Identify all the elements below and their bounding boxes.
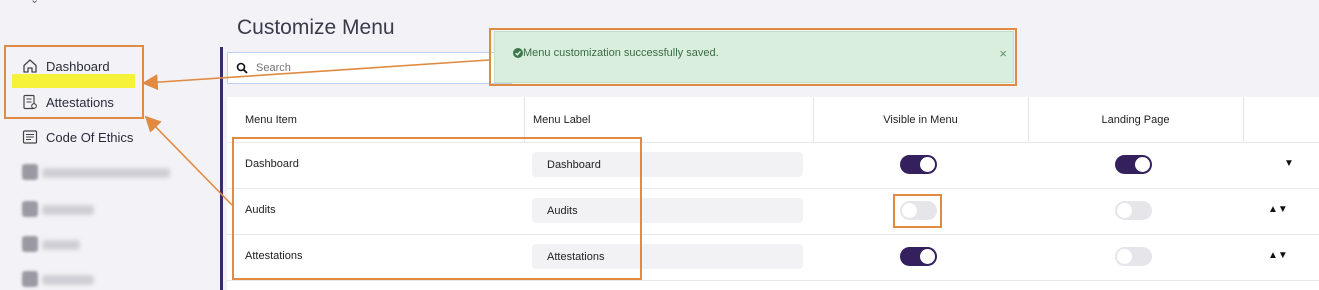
- toggle-knob: [1135, 157, 1150, 172]
- header-visible-in-menu: Visible in Menu: [883, 113, 958, 126]
- redacted-icon: [22, 271, 38, 287]
- sidebar: ⌄ Dashboard Attestations Code Of Ethics: [0, 0, 222, 290]
- redacted-sidebar-item[interactable]: [42, 240, 80, 250]
- landing-page-toggle[interactable]: [1115, 247, 1152, 266]
- column-divider: [524, 97, 525, 142]
- document-icon: [22, 130, 38, 144]
- toggle-knob: [1117, 203, 1132, 218]
- row-divider: [227, 280, 1319, 281]
- header-landing-page: Landing Page: [1101, 113, 1170, 126]
- move-up-down-arrows-icon[interactable]: ▲▼: [1268, 204, 1288, 215]
- header-menu-item: Menu Item: [245, 113, 297, 126]
- redacted-sidebar-item[interactable]: [42, 205, 94, 215]
- search-icon: [236, 62, 248, 74]
- sidebar-item-code-of-ethics[interactable]: Code Of Ethics: [22, 125, 133, 149]
- search-box[interactable]: [227, 52, 512, 84]
- visible-toggle[interactable]: [900, 247, 937, 266]
- annotation-box-sidebar: [4, 45, 144, 119]
- annotation-box-toggle: [893, 194, 942, 228]
- toggle-knob: [1117, 249, 1132, 264]
- content-divider: [220, 47, 223, 290]
- header-menu-label: Menu Label: [533, 113, 591, 126]
- redacted-icon: [22, 164, 38, 180]
- toggle-knob: [920, 157, 935, 172]
- collapsed-menu-icon[interactable]: ⌄: [30, 0, 39, 6]
- redacted-sidebar-item[interactable]: [42, 275, 94, 285]
- redacted-icon: [22, 201, 38, 217]
- annotation-box-toast: [489, 28, 1017, 86]
- redacted-icon: [22, 236, 38, 252]
- redacted-sidebar-item[interactable]: [42, 168, 170, 178]
- annotation-box-rows: [232, 137, 642, 280]
- toggle-knob: [920, 249, 935, 264]
- search-input[interactable]: [254, 61, 498, 75]
- sidebar-item-label: Code Of Ethics: [46, 129, 134, 145]
- page-title: Customize Menu: [237, 16, 395, 39]
- move-up-down-arrows-icon[interactable]: ▲▼: [1268, 250, 1288, 261]
- landing-page-toggle[interactable]: [1115, 155, 1152, 174]
- visible-toggle[interactable]: [900, 155, 937, 174]
- landing-page-toggle[interactable]: [1115, 201, 1152, 220]
- move-down-arrow-icon[interactable]: ▼: [1284, 158, 1294, 169]
- column-divider: [1243, 97, 1244, 142]
